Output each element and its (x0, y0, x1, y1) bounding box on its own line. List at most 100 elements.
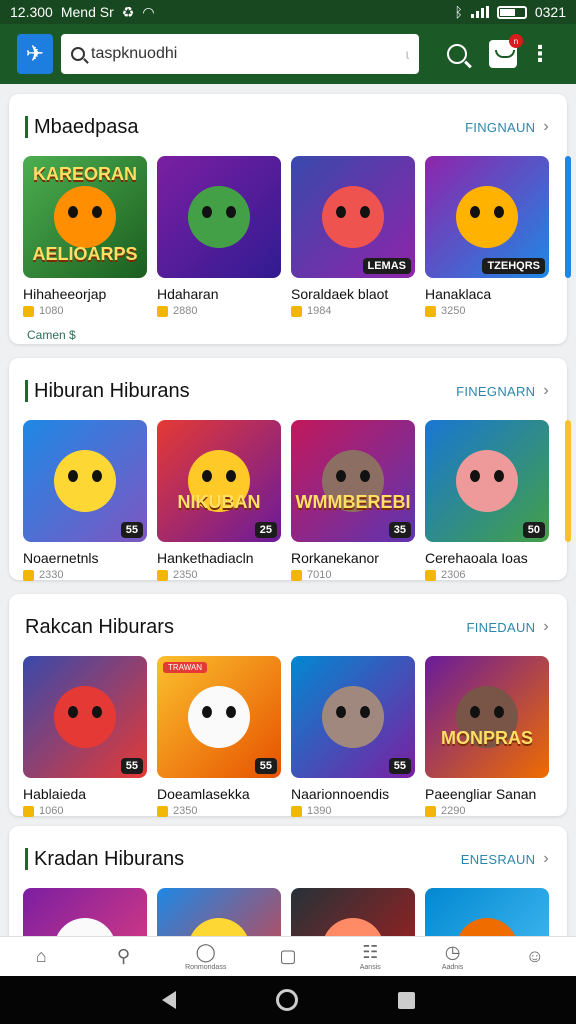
game-card[interactable]: 50 Cerehaoala Ioas 2306 (425, 420, 549, 581)
game-thumbnail[interactable]: LEMAS (291, 156, 415, 278)
game-thumbnail[interactable]: Vqnjoas (23, 888, 147, 936)
game-title: Hanaklaca (425, 286, 492, 302)
search-button[interactable] (439, 36, 475, 72)
home-icon: ⌂ (35, 945, 47, 966)
more-options-icon[interactable]: ⋮ (529, 43, 551, 65)
coin-icon (157, 305, 168, 317)
see-all-link[interactable]: FINGNAUN › (465, 118, 549, 136)
back-icon[interactable] (161, 991, 176, 1009)
section-header: Rakcan Hiburars FINEDAUN › (25, 614, 549, 640)
game-meta: 2290 (425, 805, 549, 817)
game-thumbnail[interactable]: MONPRAS (425, 656, 549, 778)
game-thumbnail[interactable]: TRAWAN 55 (157, 656, 281, 778)
nav-item-clock[interactable]: ◷ Aadnis (411, 937, 493, 976)
game-title: Rorkanekanor (291, 550, 379, 566)
section-title: Mbaedpasa (34, 115, 139, 138)
game-thumbnail[interactable]: NETHANC (291, 888, 415, 936)
game-card[interactable]: 55 Noaernetnls 2330 (23, 420, 147, 581)
content-feed[interactable]: Mbaedpasa FINGNAUN › KAREORAN AELIOARPS Hih… (0, 84, 576, 936)
inbox-icon: ☷ (362, 942, 379, 962)
game-meta: 1984 (291, 305, 415, 317)
search-bar[interactable]: ɩ (61, 34, 419, 74)
game-card[interactable]: MONPRAS Paeengliar Sanan 2290 (425, 656, 549, 817)
game-card[interactable] (157, 888, 281, 936)
character-face-icon (54, 186, 116, 248)
game-card[interactable] (425, 888, 549, 936)
see-all-label: FINEDAUN (466, 619, 536, 635)
nav-item-profile[interactable]: ☺ (494, 937, 576, 976)
game-card[interactable]: NIKUBAN 25 Hankethadiacln 2350 (157, 420, 281, 581)
next-game-peek[interactable] (565, 156, 571, 278)
game-thumbnail[interactable]: 55 (23, 656, 147, 778)
section-footer-text[interactable]: Camen $ (27, 328, 76, 342)
game-row: Vqnjoas NETHANC (23, 888, 549, 936)
cart-button[interactable]: n (489, 34, 523, 68)
character-face-icon (54, 686, 116, 748)
home-button-icon[interactable] (275, 989, 298, 1011)
game-row: 55 Noaernetnls 2330 NIKUBAN 25 Hankethadiacln… (23, 420, 549, 581)
character-face-icon (188, 686, 250, 748)
game-number-badge: 35 (388, 522, 411, 538)
game-thumbnail[interactable] (425, 888, 549, 936)
game-title: Doeamlasekka (157, 786, 250, 802)
next-game-peek[interactable] (565, 420, 571, 542)
game-meta-value: 7010 (307, 569, 332, 581)
signal-icon (470, 6, 489, 18)
coin-icon (425, 569, 436, 581)
recent-apps-icon[interactable] (397, 991, 415, 1009)
section-title: Kradan Hiburans (34, 847, 185, 870)
game-thumbnail[interactable]: TZEHQRS (425, 156, 549, 278)
game-thumbnail[interactable]: NIKUBAN 25 (157, 420, 281, 542)
game-card[interactable]: Hdaharan 2880 (157, 156, 281, 317)
game-card[interactable]: 55 Hablaieda 1060 (23, 656, 147, 817)
nav-item-square[interactable]: ▢ (247, 937, 329, 976)
game-thumbnail[interactable]: WMMBEREBI 35 (291, 420, 415, 542)
game-thumbnail[interactable]: KAREORAN AELIOARPS (23, 156, 147, 278)
game-meta: 2350 (157, 569, 281, 581)
coin-icon (23, 805, 34, 817)
game-card[interactable]: TZEHQRS Hanaklaca 3250 (425, 156, 549, 317)
game-card[interactable]: 55 Naarionnoendis 1390 (291, 656, 415, 817)
search-input[interactable] (91, 45, 351, 63)
coin-icon (157, 805, 168, 817)
game-title: Hdaharan (157, 286, 219, 302)
game-card[interactable]: LEMAS Soraldaek blaot 1984 (291, 156, 415, 317)
game-number-badge: 55 (388, 758, 411, 774)
section-card: Hiburan Hiburans FINEGNARN › 55 Noaernetnl… (9, 358, 571, 581)
game-card[interactable]: TRAWAN 55 Doeamlasekka 2350 (157, 656, 281, 817)
game-card[interactable]: KAREORAN AELIOARPS Hihaheeorjap 1080 (23, 156, 147, 317)
nav-item-search[interactable]: ⚲ (82, 937, 164, 976)
game-card[interactable]: NETHANC (291, 888, 415, 936)
bottom-navigation: ⌂ ⚲ ◯ Ronmondass ▢ ☷ Aansis ◷ Aadnis ☺ (0, 936, 576, 976)
nav-label: Ronmondass (185, 963, 227, 971)
game-thumbnail[interactable] (157, 156, 281, 278)
character-face-icon (188, 186, 250, 248)
app-logo-icon[interactable]: ✈ (17, 34, 53, 74)
game-card[interactable]: WMMBEREBI 35 Rorkanekanor 7010 (291, 420, 415, 581)
game-thumbnail[interactable]: 50 (425, 420, 549, 542)
nav-item-home[interactable]: ⌂ (0, 937, 82, 976)
cart-badge: n (509, 34, 523, 48)
game-number-badge: 55 (120, 522, 143, 538)
coin-icon (23, 305, 34, 317)
see-all-link[interactable]: FINEGNARN › (456, 382, 549, 400)
game-banner-text: NIKUBAN (177, 492, 261, 512)
mic-icon[interactable]: ɩ (406, 46, 409, 62)
game-card[interactable]: Vqnjoas (23, 888, 147, 936)
nav-item-recommended[interactable]: ◯ Ronmondass (165, 937, 247, 976)
game-title: Paeengliar Sanan (425, 786, 537, 802)
chevron-right-icon: › (543, 118, 549, 135)
character-face-icon (54, 918, 116, 936)
status-time: 12.300 (10, 4, 53, 20)
game-thumbnail[interactable]: 55 (291, 656, 415, 778)
game-thumbnail[interactable] (157, 888, 281, 936)
game-thumbnail[interactable]: 55 (23, 420, 147, 542)
see-all-link[interactable]: ENESRAUN › (461, 850, 549, 868)
see-all-link[interactable]: FINEDAUN › (467, 618, 550, 636)
search-icon: ⚲ (116, 945, 131, 966)
game-number-badge: TZEHQRS (482, 258, 545, 274)
bluetooth-icon: ᛒ (454, 4, 463, 20)
nav-item-inbox[interactable]: ☷ Aansis (329, 937, 411, 976)
compass-icon: ◯ (195, 942, 216, 962)
game-row: KAREORAN AELIOARPS Hihaheeorjap 1080 Hdahara… (23, 156, 549, 317)
